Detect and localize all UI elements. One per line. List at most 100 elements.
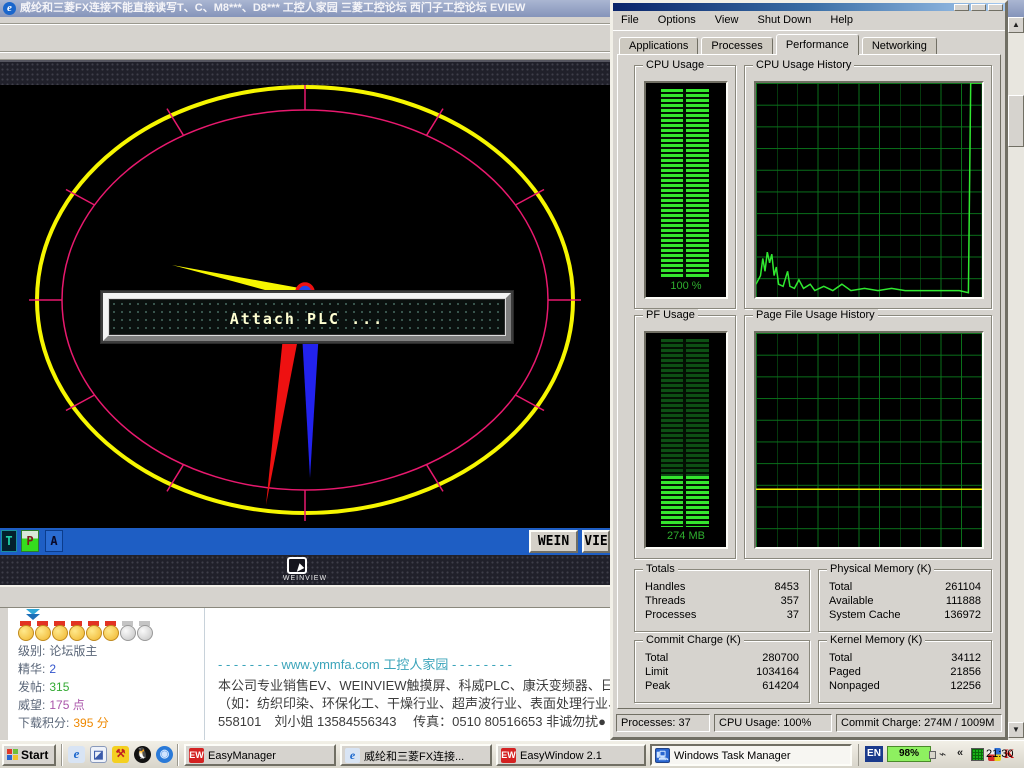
medal-row: [18, 621, 154, 642]
stat-row: Peak614204: [635, 679, 809, 693]
signature-line-1: 本公司专业销售EV、WEINVIEW触摸屏、科威PLC、康沃变频器、日本高: [218, 677, 610, 695]
pf-led-dim: [661, 339, 709, 476]
stat-row: Total280700: [635, 651, 809, 665]
task-manager-window: File Options View Shut Down Help Applica…: [610, 0, 1008, 740]
hmi-header-strip: [0, 60, 610, 85]
pf-history-group: Page File Usage History: [744, 315, 992, 559]
pf-usage-gauge: 274 MB: [644, 331, 728, 549]
hmi-button-p[interactable]: P: [21, 530, 39, 552]
menu-options[interactable]: Options: [650, 11, 704, 29]
hmi-button-wein[interactable]: WEIN: [529, 530, 578, 553]
stat-prestige: 威望:175 点: [18, 696, 109, 714]
stat-level: 级别:论坛版主: [18, 642, 109, 660]
scroll-up-button[interactable]: ▲: [1008, 17, 1024, 33]
stat-row: Nonpaged12256: [819, 679, 991, 693]
windows-flag-icon: [7, 749, 18, 760]
cpu-led-lit: [661, 89, 709, 277]
collapse-chevron-icon[interactable]: [26, 614, 40, 620]
taskbar-item-task-manager[interactable]: 🖳 Windows Task Manager: [650, 744, 852, 766]
hmi-button-a[interactable]: A: [45, 530, 63, 552]
task-manager-menu-bar: File Options View Shut Down Help: [613, 11, 1005, 31]
task-manager-title-bar[interactable]: [613, 3, 1005, 11]
taskbar-item-easymanager[interactable]: EW EasyManager: [184, 744, 336, 766]
tab-strip: Applications Processes Performance Netwo…: [619, 34, 937, 55]
stat-row: Paged21856: [819, 665, 991, 679]
internet-explorer-icon: e: [3, 2, 16, 15]
signature-line-2: （如：纺织印染、环保化工、干燥行业、超声波行业、表面处理行业、照: [218, 695, 610, 713]
language-indicator[interactable]: EN: [865, 746, 883, 762]
stat-row: Threads357: [635, 594, 809, 608]
commit-charge-group: Commit Charge (K) Total280700 Limit10341…: [634, 640, 810, 703]
taskbar: Start e ◪ ⚒ 🐧 ◉ EW EasyManager e 威纶和三菱FX…: [0, 740, 1024, 768]
menu-view[interactable]: View: [707, 11, 747, 29]
physical-memory-group: Physical Memory (K) Total261104 Availabl…: [818, 569, 992, 632]
scroll-thumb[interactable]: [1008, 95, 1024, 147]
menu-shutdown[interactable]: Shut Down: [750, 11, 820, 29]
cpu-usage-gauge: 100 %: [644, 81, 728, 299]
monitor-icon: 🖳: [655, 748, 670, 763]
cpu-history-group: CPU Usage History: [744, 65, 992, 309]
gold-medal-icon: [103, 621, 118, 639]
battery-indicator[interactable]: 98%: [887, 746, 931, 762]
cpu-led-bar: [661, 89, 709, 277]
plc-message-box: Attach PLC ...: [100, 290, 514, 344]
menu-help[interactable]: Help: [822, 11, 861, 29]
gold-medal-icon: [86, 621, 101, 639]
easywindow-icon: EW: [501, 748, 516, 763]
status-commit-charge: Commit Charge: 274M / 1009M: [836, 714, 1002, 732]
clock-time: 21:30: [986, 748, 1014, 760]
media-icon[interactable]: ◉: [156, 746, 173, 763]
stat-row: Processes37: [635, 608, 809, 622]
stat-row: Limit1034164: [635, 665, 809, 679]
separator: [177, 744, 179, 766]
tab-performance[interactable]: Performance: [776, 34, 859, 55]
stat-row: System Cache136972: [819, 608, 991, 622]
taskbar-item-browser[interactable]: e 威纶和三菱FX连接...: [340, 744, 492, 766]
tab-applications[interactable]: Applications: [619, 37, 698, 55]
user-stats: 级别:论坛版主 精华:2 发帖:315 威望:175 点 下载积分:395 分: [18, 642, 109, 732]
menu-file[interactable]: File: [613, 11, 647, 29]
signature-divider: - - - - - - - - www.ymmfa.com 工控人家园 - - …: [218, 654, 610, 673]
window-icon[interactable]: ◪: [90, 746, 107, 763]
taskbar-item-easywindow[interactable]: EW EasyWindow 2.1: [496, 744, 646, 766]
maximize-button[interactable]: [971, 4, 986, 11]
totals-group: Totals Handles8453 Threads357 Processes3…: [634, 569, 810, 632]
weinview-label: WEINVIEW: [0, 575, 610, 582]
hmi-toolbar: T P A WEIN VIE: [0, 528, 610, 555]
signature-block: - - - - - - - - www.ymmfa.com 工控人家园 - - …: [218, 654, 610, 731]
minimize-button[interactable]: [954, 4, 969, 11]
tab-processes[interactable]: Processes: [701, 37, 772, 55]
browser-vertical-scrollbar[interactable]: ▲ ▼: [1008, 17, 1024, 740]
internet-explorer-icon[interactable]: e: [68, 746, 85, 763]
browser-title: 威纶和三菱FX连接不能直接读写T、C、M8***、D8*** 工控人家园 三菱工…: [20, 2, 525, 14]
power-plug-icon[interactable]: ⌁: [939, 748, 953, 760]
tab-networking[interactable]: Networking: [862, 37, 937, 55]
status-processes: Processes: 37: [616, 714, 710, 732]
cpu-usage-group: CPU Usage 100 %: [634, 65, 736, 309]
close-button[interactable]: [988, 4, 1003, 11]
tool-icon[interactable]: ⚒: [112, 746, 129, 763]
qq-penguin-icon[interactable]: 🐧: [134, 746, 151, 763]
hmi-button-view[interactable]: VIE: [582, 530, 610, 553]
separator: [61, 744, 63, 766]
signature-line-3: 558101 刘小姐 13584556343 传真：0510 80516653 …: [218, 713, 610, 731]
scroll-down-button[interactable]: ▼: [1008, 722, 1024, 738]
cpu-history-graph: [754, 81, 984, 299]
column-divider: [204, 608, 205, 740]
gold-medal-icon: [18, 621, 33, 639]
cpu-usage-value: 100 %: [646, 280, 726, 292]
pf-led-bar: [661, 339, 709, 527]
silver-medal-icon: [120, 621, 135, 639]
pf-usage-group: PF Usage 274 MB: [634, 315, 736, 559]
stat-row: Handles8453: [635, 580, 809, 594]
hmi-button-t[interactable]: T: [1, 530, 17, 552]
pf-usage-value: 274 MB: [646, 530, 726, 542]
performance-tab-page: CPU Usage 100 % CPU Usage History PF Usa…: [617, 54, 1001, 709]
stat-row: Total34112: [819, 651, 991, 665]
hmi-window-bottom-edge: [0, 585, 610, 608]
tray-expand-icon[interactable]: «: [957, 747, 963, 759]
stat-download-points: 下载积分:395 分: [18, 714, 109, 732]
cpu-meter-tray-icon[interactable]: [971, 748, 984, 761]
start-button[interactable]: Start: [2, 744, 56, 766]
gold-medal-icon: [69, 621, 84, 639]
